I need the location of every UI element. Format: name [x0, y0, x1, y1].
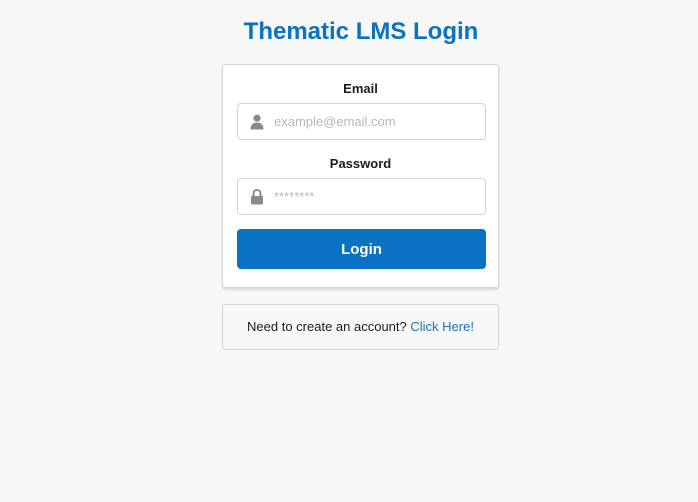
signup-prompt: Need to create an account?	[247, 319, 407, 334]
password-label: Password	[329, 156, 392, 171]
lock-icon	[250, 188, 264, 205]
email-input[interactable]	[274, 104, 479, 139]
email-field-wrapper	[237, 103, 486, 140]
user-icon	[250, 114, 264, 130]
page-title: Thematic LMS Login	[243, 18, 479, 45]
password-field-wrapper	[237, 178, 486, 215]
email-label: Email	[343, 81, 378, 96]
login-page: Thematic LMS Login Email Password Login	[0, 0, 698, 502]
signup-link[interactable]: Click Here!	[410, 319, 474, 334]
login-form: Email Password Login	[222, 64, 499, 288]
password-input[interactable]	[274, 179, 479, 214]
signup-message: Need to create an account? Click Here!	[222, 304, 499, 350]
login-button[interactable]: Login	[237, 229, 486, 269]
